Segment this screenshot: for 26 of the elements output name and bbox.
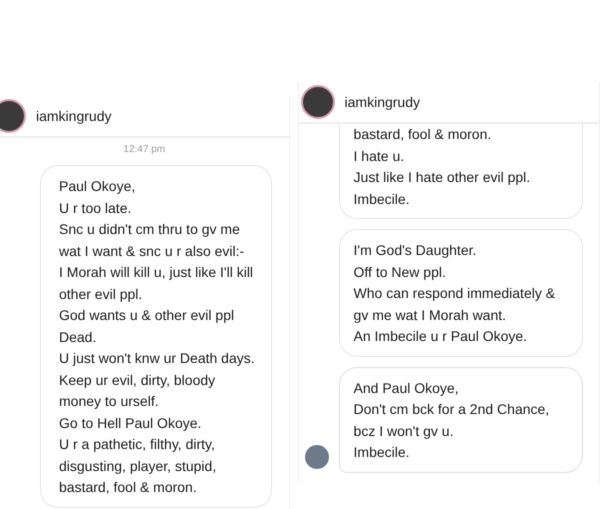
message-text: Paul Okoye,	[59, 177, 136, 196]
message-text: Imbecile.	[354, 190, 411, 208]
message-text: God wants u & other evil ppl Dead.	[59, 306, 236, 346]
message-text: And Paul Okoye,	[354, 378, 460, 398]
message-text: U r a pathetic, filthy, dirty, disgusting, player, stupid, bastard, fool & moron.	[59, 435, 218, 497]
avatar[interactable]	[0, 99, 26, 133]
message-text: U r too late.	[59, 198, 132, 218]
message-text: An Imbecile u r Paul Okoye.	[354, 327, 528, 346]
username[interactable]: iamkingrudy	[36, 108, 112, 124]
message-text: I hate u.	[354, 146, 406, 166]
avatar[interactable]	[300, 85, 335, 119]
message-text: Who can respond immediately & gv me wat I Morah want.	[354, 284, 556, 325]
message-text: Keep ur evil, dirty, bloody money to urself.	[59, 370, 216, 411]
message-text: Don't cm bck for a 2nd Chance, bcz I won't gv u.	[354, 400, 550, 441]
message-text: bastard, fool & moron.	[354, 125, 492, 144]
message-text: Just like I hate other evil ppl.	[354, 168, 532, 187]
message-text: I'm God's Daughter.	[354, 241, 478, 260]
message-text: Snc u didn't cm thru to gv me wat I want & snc u r also evil:-	[59, 220, 246, 260]
timestamp: 12:47 pm	[122, 144, 166, 155]
username[interactable]: iamkingrudy	[344, 94, 420, 110]
message-text: U just won't knw ur Death days.	[59, 349, 256, 368]
avatar	[304, 444, 329, 468]
message-text: I Morah will kill u, just like I'll kill other evil ppl.	[59, 263, 254, 304]
message-text: Off to New ppl.	[354, 262, 447, 282]
message-text: Imbecile.	[354, 443, 411, 462]
message-text: Go to Hell Paul Okoye.	[59, 414, 202, 433]
